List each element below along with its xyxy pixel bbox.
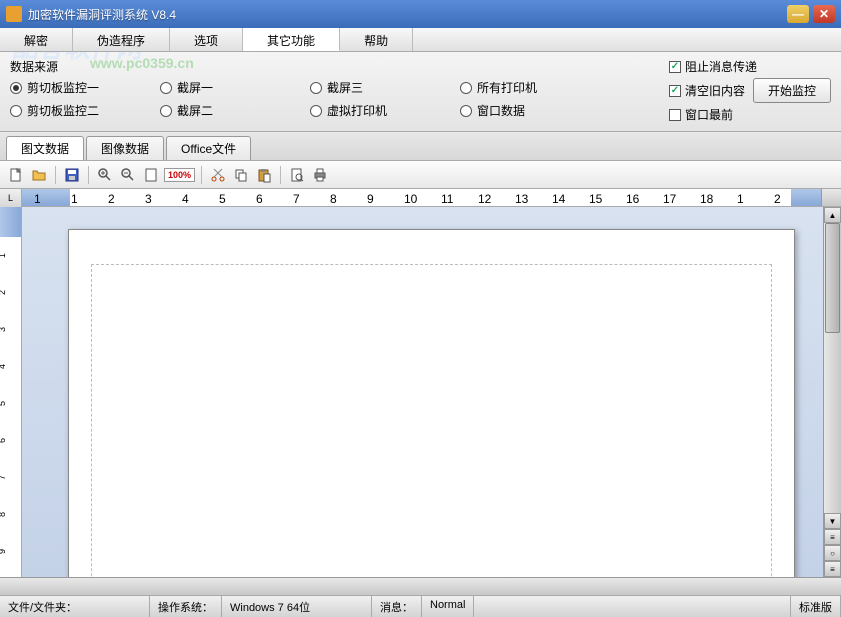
editor-toolbar: 100% [0, 161, 841, 189]
cut-icon[interactable] [208, 165, 228, 185]
scroll-next-page-icon[interactable]: ≡ [824, 561, 841, 577]
page-margin-guide [91, 264, 772, 577]
statusbar: 文件/文件夹： 操作系统： Windows 7 64位 消息： Normal 标… [0, 595, 841, 617]
right-controls: ✓阻止消息传递 ✓清空旧内容 开始监控 窗口最前 [669, 58, 831, 123]
scroll-thumb-v[interactable] [825, 223, 840, 333]
main-menubar: 解密伪造程序选项其它功能帮助 [0, 28, 841, 52]
print-icon[interactable] [310, 165, 330, 185]
radio-0[interactable]: 剪切板监控一 [10, 79, 160, 96]
scroll-up-button[interactable]: ▲ [824, 207, 841, 223]
status-edition: 标准版 [791, 596, 841, 617]
copy-icon[interactable] [231, 165, 251, 185]
radio-group: 剪切板监控一截屏一截屏三所有打印机剪切板监控二截屏二虚拟打印机窗口数据 [10, 79, 659, 119]
close-button[interactable]: ✕ [813, 5, 835, 23]
menu-0[interactable]: 解密 [0, 28, 73, 51]
status-file: 文件/文件夹： [0, 596, 150, 617]
radio-5[interactable]: 截屏二 [160, 102, 310, 119]
open-icon[interactable] [29, 165, 49, 185]
start-monitor-button[interactable]: 开始监控 [753, 78, 831, 103]
subtab-1[interactable]: 图像数据 [86, 136, 164, 160]
check-top-most[interactable]: 窗口最前 [669, 106, 733, 123]
scroll-prev-page-icon[interactable]: ≡ [824, 529, 841, 545]
new-icon[interactable] [6, 165, 26, 185]
options-panel: 数据来源 剪切板监控一截屏一截屏三所有打印机剪切板监控二截屏二虚拟打印机窗口数据… [0, 52, 841, 132]
check-block-msg[interactable]: ✓阻止消息传递 [669, 58, 757, 75]
canvas-area[interactable] [22, 207, 823, 577]
scroll-object-icon[interactable]: ○ [824, 545, 841, 561]
zoom-out-icon[interactable] [118, 165, 138, 185]
ruler-corner: L [0, 189, 22, 207]
radio-2[interactable]: 截屏三 [310, 79, 460, 96]
app-icon [6, 6, 22, 22]
radio-4[interactable]: 剪切板监控二 [10, 102, 160, 119]
zoom-in-icon[interactable] [95, 165, 115, 185]
radio-1[interactable]: 截屏一 [160, 79, 310, 96]
options-legend: 数据来源 [10, 58, 659, 75]
subtab-0[interactable]: 图文数据 [6, 136, 84, 160]
check-label: 阻止消息传递 [685, 58, 757, 75]
menu-1[interactable]: 伪造程序 [73, 28, 170, 51]
check-label: 窗口最前 [685, 106, 733, 123]
paste-icon[interactable] [254, 165, 274, 185]
save-icon[interactable] [62, 165, 82, 185]
status-msg-value: Normal [422, 596, 474, 617]
horizontal-scrollbar[interactable] [0, 577, 841, 595]
document-page [68, 229, 795, 577]
ruler-vertical: 123456789 [0, 207, 22, 577]
minimize-button[interactable]: — [787, 5, 809, 23]
status-os-value: Windows 7 64位 [222, 596, 372, 617]
scroll-down-button[interactable]: ▼ [824, 513, 841, 529]
status-msg-label: 消息： [372, 596, 422, 617]
preview-icon[interactable] [287, 165, 307, 185]
radio-6[interactable]: 虚拟打印机 [310, 102, 460, 119]
titlebar: 加密软件漏洞评测系统 V8.4 — ✕ [0, 0, 841, 28]
window-title: 加密软件漏洞评测系统 V8.4 [28, 6, 787, 23]
fit-page-icon[interactable] [141, 165, 161, 185]
radio-3[interactable]: 所有打印机 [460, 79, 610, 96]
zoom-level[interactable]: 100% [164, 168, 195, 182]
check-label: 清空旧内容 [685, 82, 745, 99]
menu-2[interactable]: 选项 [170, 28, 243, 51]
sub-tabs: 图文数据图像数据Office文件 [0, 132, 841, 161]
vertical-scrollbar[interactable]: ▲ ▼ ≡ ○ ≡ [823, 207, 841, 577]
check-clear-old[interactable]: ✓清空旧内容 [669, 82, 745, 99]
menu-3[interactable]: 其它功能 [243, 28, 340, 51]
document-container: 123456789 ▲ ▼ ≡ ○ ≡ [0, 207, 841, 577]
radio-7[interactable]: 窗口数据 [460, 102, 610, 119]
subtab-2[interactable]: Office文件 [166, 136, 251, 160]
status-os-label: 操作系统： [150, 596, 222, 617]
menu-4[interactable]: 帮助 [340, 28, 413, 51]
ruler-horizontal: L 112345678910111213141516171812 [0, 189, 841, 207]
